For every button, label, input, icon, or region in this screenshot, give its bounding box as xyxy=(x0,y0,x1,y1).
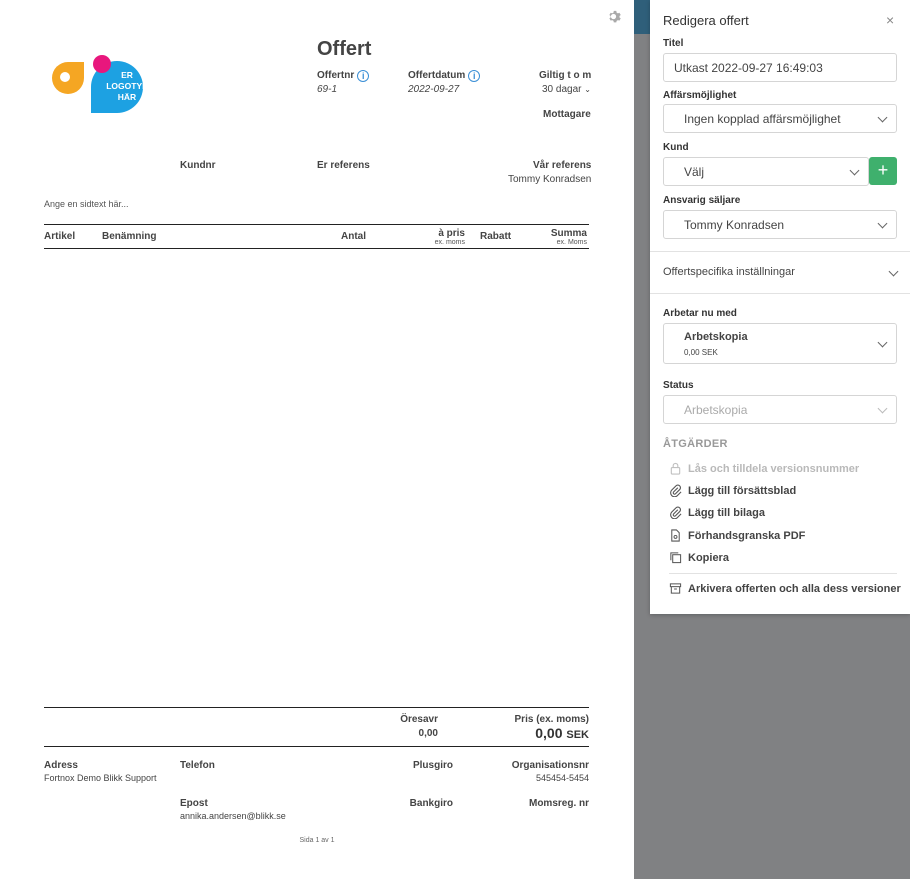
working-with-label: Arbetar nu med xyxy=(663,308,737,319)
bankgiro-label: Bankgiro xyxy=(409,798,453,809)
customer-number-label: Kundnr xyxy=(180,160,216,171)
offer-date: 2022-09-27 xyxy=(408,84,460,95)
page-indicator: Sida 1 av 1 xyxy=(299,837,335,844)
chevron-down-icon: ⌄ xyxy=(584,85,591,94)
chevron-down-icon xyxy=(849,165,860,176)
address-label: Adress xyxy=(44,760,78,771)
divider xyxy=(44,224,589,225)
column-unit-price: à pris ex. moms xyxy=(434,228,465,246)
lock-icon xyxy=(670,462,681,475)
title-label: Titel xyxy=(663,38,684,49)
actions-heading: ÅTGÄRDER xyxy=(663,438,728,450)
customer-select[interactable]: Välj xyxy=(663,157,869,186)
title-input[interactable]: Utkast 2022-09-27 16:49:03 xyxy=(663,53,897,82)
org-value: 545454-5454 xyxy=(535,773,589,783)
offer-number-label: Offertnr i xyxy=(317,70,370,82)
your-reference-label: Er referens xyxy=(317,160,370,171)
copy-icon xyxy=(670,552,682,564)
column-discount: Rabatt xyxy=(480,231,512,242)
vat-label: Momsreg. nr xyxy=(528,798,589,809)
chevron-down-icon xyxy=(877,112,888,123)
divider xyxy=(44,707,589,708)
rounding-value: 0,00 xyxy=(418,728,438,739)
info-icon[interactable]: i xyxy=(357,70,370,82)
column-article: Artikel xyxy=(44,231,76,242)
divider xyxy=(44,746,589,747)
plusgiro-label: Plusgiro xyxy=(412,760,453,771)
add-customer-button[interactable]: + xyxy=(869,157,897,185)
offer-number: 69-1 xyxy=(317,84,338,95)
panel-title: Redigera offert xyxy=(663,13,749,28)
customer-label: Kund xyxy=(663,142,689,153)
chevron-down-icon xyxy=(888,266,899,277)
email-label: Epost xyxy=(180,798,208,809)
phone-label: Telefon xyxy=(180,760,215,771)
offer-date-label: Offertdatum i xyxy=(408,70,481,82)
recipient-label: Mottagare xyxy=(543,109,591,120)
price-label: Pris (ex. moms) xyxy=(514,714,589,725)
chevron-down-icon xyxy=(877,337,888,348)
valid-until-select[interactable]: 30 dagar ⌄ xyxy=(542,84,591,95)
divider xyxy=(44,248,589,249)
status-label: Status xyxy=(663,380,694,391)
our-reference-value: Tommy Konradsen xyxy=(508,174,592,185)
archive-icon xyxy=(669,583,682,594)
close-icon[interactable]: × xyxy=(886,12,894,28)
divider xyxy=(650,251,910,252)
price-total: 0,00 SEK xyxy=(535,725,589,741)
edit-offer-panel: Redigera offert × Titel Utkast 2022-09-2… xyxy=(650,0,910,614)
chevron-down-icon xyxy=(877,403,888,414)
address-value: Fortnox Demo Blikk Support xyxy=(44,773,157,783)
valid-until-label: Giltig t o m xyxy=(539,70,592,81)
opportunity-label: Affärsmöjlighet xyxy=(663,90,737,101)
offer-document: ER LOGOTYP HÄR Offert Offertnr i 69-1 Off… xyxy=(0,0,634,879)
offer-settings-toggle[interactable]: Offertspecifika inställningar xyxy=(663,266,899,278)
logo-text: ER LOGOTYP HÄR xyxy=(106,70,148,102)
document-title: Offert xyxy=(317,38,372,60)
working-with-select[interactable]: Arbetskopia 0,00 SEK xyxy=(663,323,897,364)
column-description: Benämning xyxy=(102,231,157,242)
pdf-file-icon xyxy=(671,529,680,542)
divider xyxy=(650,293,910,294)
seller-label: Ansvarig säljare xyxy=(663,195,741,206)
paperclip-icon xyxy=(670,484,682,497)
info-icon[interactable]: i xyxy=(468,70,481,82)
divider xyxy=(669,573,897,574)
column-sum: Summa ex. Moms xyxy=(550,228,587,246)
seller-select[interactable]: Tommy Konradsen xyxy=(663,210,897,239)
gear-icon[interactable] xyxy=(606,9,621,24)
email-value: annika.andersen@blikk.se xyxy=(180,811,286,821)
rounding-label: Öresavr xyxy=(400,714,438,725)
our-reference-label: Vår referens xyxy=(533,160,592,171)
opportunity-select[interactable]: Ingen kopplad affärsmöjlighet xyxy=(663,104,897,133)
paperclip-icon xyxy=(670,506,682,519)
chevron-down-icon xyxy=(877,218,888,229)
status-select: Arbetskopia xyxy=(663,395,897,424)
sidetext-input[interactable]: Ange en sidtext här... xyxy=(44,199,129,209)
column-quantity: Antal xyxy=(341,231,366,242)
org-label: Organisationsnr xyxy=(511,760,589,771)
